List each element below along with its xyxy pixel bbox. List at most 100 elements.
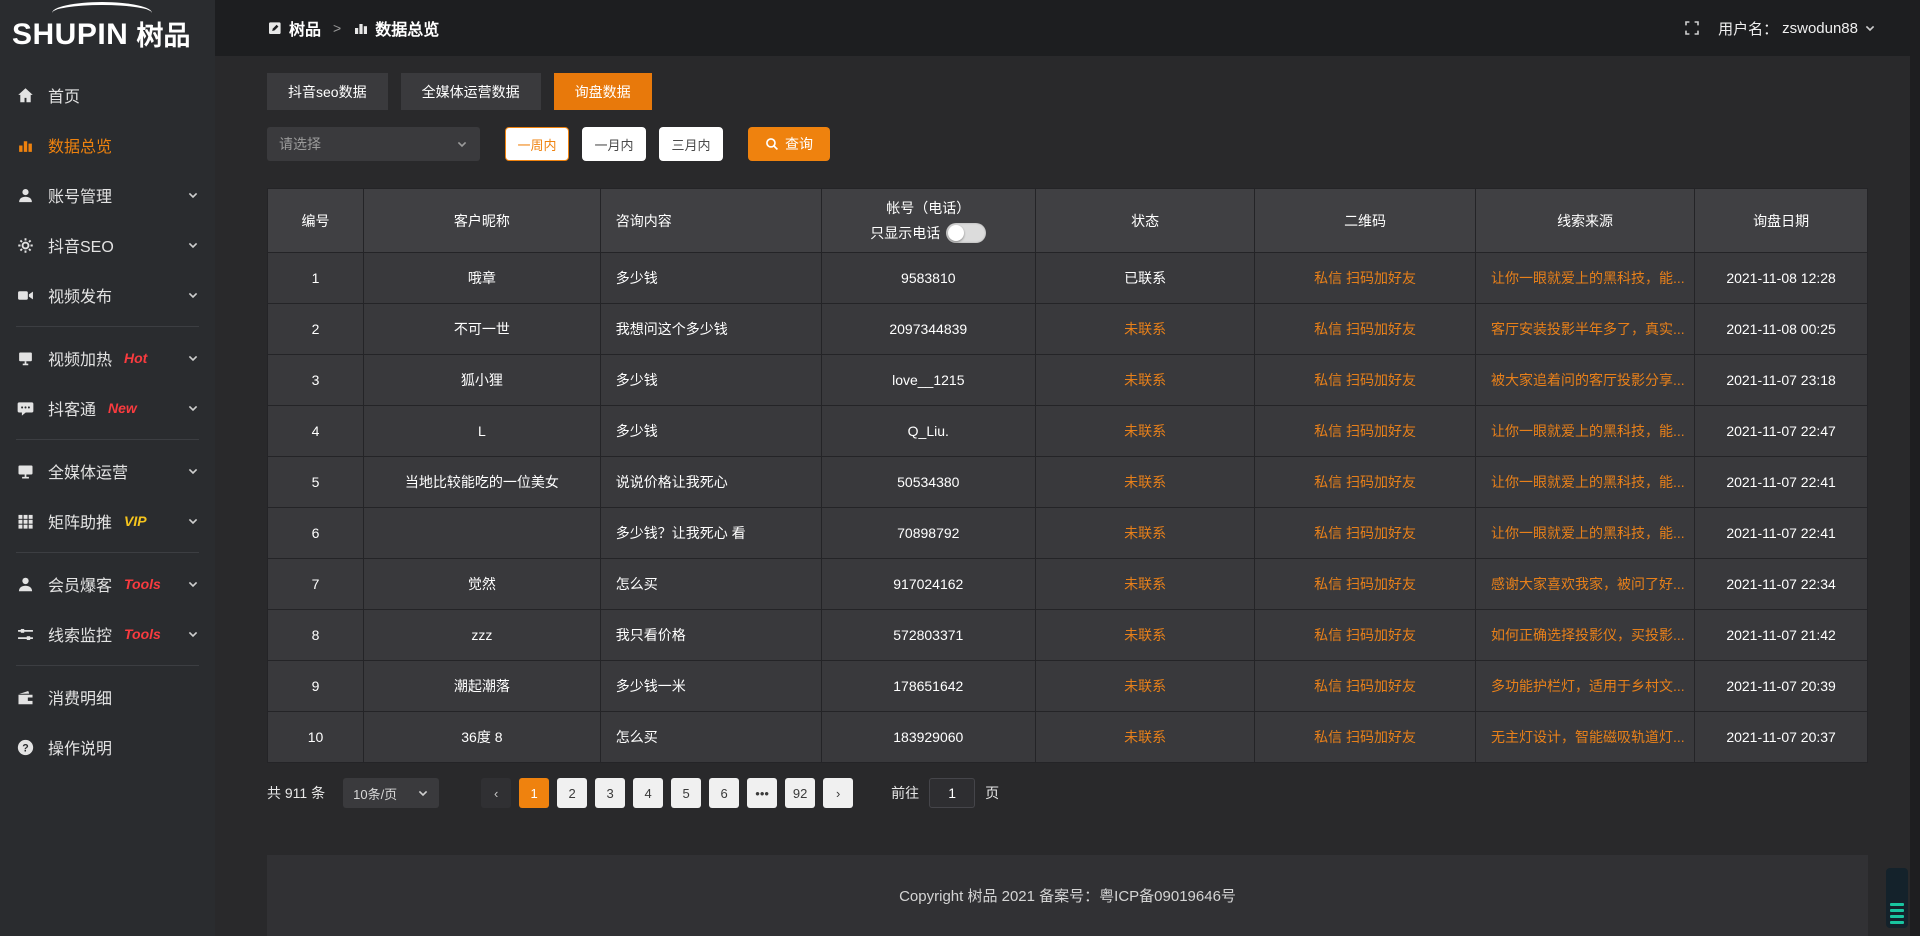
query-button[interactable]: 查询 xyxy=(748,127,830,161)
col-account: 帐号（电话） 只显示电话 xyxy=(821,189,1035,253)
filter-select[interactable]: 请选择 xyxy=(267,127,480,161)
next-page-button[interactable]: › xyxy=(823,778,853,808)
page-button-•••[interactable]: ••• xyxy=(747,778,777,808)
table-header-row: 编号 客户昵称 咨询内容 帐号（电话） 只显示电话 状态 二维码 线索来源 xyxy=(268,189,1868,253)
table-row: 2不可一世我想问这个多少钱2097344839未联系私信 扫码加好友客厅安装投影… xyxy=(268,304,1868,355)
inquiry-table: 编号 客户昵称 咨询内容 帐号（电话） 只显示电话 状态 二维码 线索来源 xyxy=(267,188,1868,763)
cell-nickname: 不可一世 xyxy=(364,304,601,355)
cell-qrcode-link[interactable]: 私信 扫码加好友 xyxy=(1255,457,1476,508)
cell-source-link[interactable]: 被大家追着问的客厅投影分享... xyxy=(1475,355,1694,406)
sidebar-item-label: 视频加热 xyxy=(48,346,112,370)
breadcrumb-root[interactable]: 树品 xyxy=(289,16,321,40)
cell-source-link[interactable]: 让你一眼就爱上的黑科技，能... xyxy=(1475,253,1694,304)
range-button-group: 一周内一月内三月内 xyxy=(505,127,723,161)
phone-only-toggle[interactable] xyxy=(946,223,986,243)
sidebar-item-consume-detail[interactable]: 消费明细 xyxy=(0,672,215,722)
logo-text-cn: 树品 xyxy=(136,22,190,50)
cell-id: 6 xyxy=(268,508,364,559)
cell-source-link[interactable]: 多功能护栏灯，适用于乡村文... xyxy=(1475,661,1694,712)
col-id: 编号 xyxy=(268,189,364,253)
cell-qrcode-link[interactable]: 私信 扫码加好友 xyxy=(1255,253,1476,304)
cell-source-link[interactable]: 客厅安装投影半年多了，真实... xyxy=(1475,304,1694,355)
chevron-down-icon xyxy=(187,465,199,477)
sidebar-item-home[interactable]: 首页 xyxy=(0,70,215,120)
table-row: 8zzz我只看价格572803371未联系私信 扫码加好友如何正确选择投影仪，买… xyxy=(268,610,1868,661)
search-icon xyxy=(765,137,779,151)
sidebar-item-douketong[interactable]: 抖客通New xyxy=(0,383,215,433)
cell-qrcode-link[interactable]: 私信 扫码加好友 xyxy=(1255,406,1476,457)
floating-widget[interactable] xyxy=(1886,868,1908,928)
cell-qrcode-link[interactable]: 私信 扫码加好友 xyxy=(1255,610,1476,661)
table-row: 7觉然怎么买917024162未联系私信 扫码加好友感谢大家喜欢我家，被问了好.… xyxy=(268,559,1868,610)
cell-qrcode-link[interactable]: 私信 扫码加好友 xyxy=(1255,304,1476,355)
cell-qrcode-link[interactable]: 私信 扫码加好友 xyxy=(1255,559,1476,610)
video-icon xyxy=(16,286,34,304)
tab-0[interactable]: 抖音seo数据 xyxy=(267,73,388,110)
sidebar-item-matrix-boost[interactable]: 矩阵助推VIP xyxy=(0,496,215,546)
fullscreen-icon[interactable] xyxy=(1684,20,1700,36)
cell-source-link[interactable]: 感谢大家喜欢我家，被问了好... xyxy=(1475,559,1694,610)
goto-page-input[interactable] xyxy=(929,778,975,808)
sidebar-item-video-publish[interactable]: 视频发布 xyxy=(0,270,215,320)
sidebar-item-label: 抖客通 xyxy=(48,396,96,420)
table-row: 5当地比较能吃的一位美女说说价格让我死心50534380未联系私信 扫码加好友让… xyxy=(268,457,1868,508)
sidebar-item-account-manage[interactable]: 账号管理 xyxy=(0,170,215,220)
page-button-3[interactable]: 3 xyxy=(595,778,625,808)
cell-nickname: 觉然 xyxy=(364,559,601,610)
page-button-92[interactable]: 92 xyxy=(785,778,815,808)
page-button-1[interactable]: 1 xyxy=(519,778,549,808)
cell-id: 10 xyxy=(268,712,364,763)
page-button-2[interactable]: 2 xyxy=(557,778,587,808)
cell-status: 已联系 xyxy=(1035,253,1254,304)
sliders-icon xyxy=(16,625,34,643)
col-qrcode: 二维码 xyxy=(1255,189,1476,253)
cell-id: 7 xyxy=(268,559,364,610)
cell-id: 8 xyxy=(268,610,364,661)
cell-qrcode-link[interactable]: 私信 扫码加好友 xyxy=(1255,355,1476,406)
person-icon xyxy=(16,575,34,593)
topbar-right: 用户名：zswodun88 xyxy=(1684,18,1876,39)
cell-qrcode-link[interactable]: 私信 扫码加好友 xyxy=(1255,508,1476,559)
tab-2[interactable]: 询盘数据 xyxy=(554,73,652,110)
scrollbar-track[interactable] xyxy=(1910,0,1920,936)
range-button-1[interactable]: 一月内 xyxy=(582,127,646,161)
chart-icon xyxy=(16,136,34,154)
cell-status: 未联系 xyxy=(1035,508,1254,559)
goto-suffix: 页 xyxy=(985,783,999,803)
cell-qrcode-link[interactable]: 私信 扫码加好友 xyxy=(1255,661,1476,712)
cell-nickname: 哦章 xyxy=(364,253,601,304)
cell-content: 怎么买 xyxy=(600,712,821,763)
sidebar-item-omni-media[interactable]: 全媒体运营 xyxy=(0,446,215,496)
user-menu[interactable]: 用户名：zswodun88 xyxy=(1718,18,1876,39)
doc-icon xyxy=(267,20,283,36)
cell-source-link[interactable]: 让你一眼就爱上的黑科技，能... xyxy=(1475,457,1694,508)
cell-qrcode-link[interactable]: 私信 扫码加好友 xyxy=(1255,712,1476,763)
sidebar-item-lead-monitor[interactable]: 线索监控Tools xyxy=(0,609,215,659)
sidebar-item-label: 会员爆客 xyxy=(48,572,112,596)
page-button-6[interactable]: 6 xyxy=(709,778,739,808)
sidebar-item-video-heat[interactable]: 视频加热Hot xyxy=(0,333,215,383)
range-button-0[interactable]: 一周内 xyxy=(505,127,569,161)
tab-1[interactable]: 全媒体运营数据 xyxy=(401,73,541,110)
cell-source-link[interactable]: 让你一眼就爱上的黑科技，能... xyxy=(1475,508,1694,559)
cell-content: 我只看价格 xyxy=(600,610,821,661)
sidebar-item-label: 全媒体运营 xyxy=(48,459,128,483)
prev-page-button[interactable]: ‹ xyxy=(481,778,511,808)
sidebar-item-label: 线索监控 xyxy=(48,622,112,646)
phone-toggle-row: 只显示电话 xyxy=(822,223,1035,243)
sidebar-item-data-overview[interactable]: 数据总览 xyxy=(0,120,215,170)
page-size-select[interactable]: 10条/页 xyxy=(343,778,439,808)
sidebar-item-operation-guide[interactable]: ?操作说明 xyxy=(0,722,215,772)
cell-account: 178651642 xyxy=(821,661,1035,712)
cell-source-link[interactable]: 如何正确选择投影仪，买投影... xyxy=(1475,610,1694,661)
page-button-4[interactable]: 4 xyxy=(633,778,663,808)
col-account-title: 帐号（电话） xyxy=(822,198,1035,218)
sidebar-item-member-burst[interactable]: 会员爆客Tools xyxy=(0,559,215,609)
sidebar-item-douyin-seo[interactable]: 抖音SEO xyxy=(0,220,215,270)
grid-icon xyxy=(16,512,34,530)
page-button-5[interactable]: 5 xyxy=(671,778,701,808)
range-button-2[interactable]: 三月内 xyxy=(659,127,723,161)
cell-status: 未联系 xyxy=(1035,355,1254,406)
cell-source-link[interactable]: 让你一眼就爱上的黑科技，能... xyxy=(1475,406,1694,457)
cell-source-link[interactable]: 无主灯设计，智能磁吸轨道灯... xyxy=(1475,712,1694,763)
